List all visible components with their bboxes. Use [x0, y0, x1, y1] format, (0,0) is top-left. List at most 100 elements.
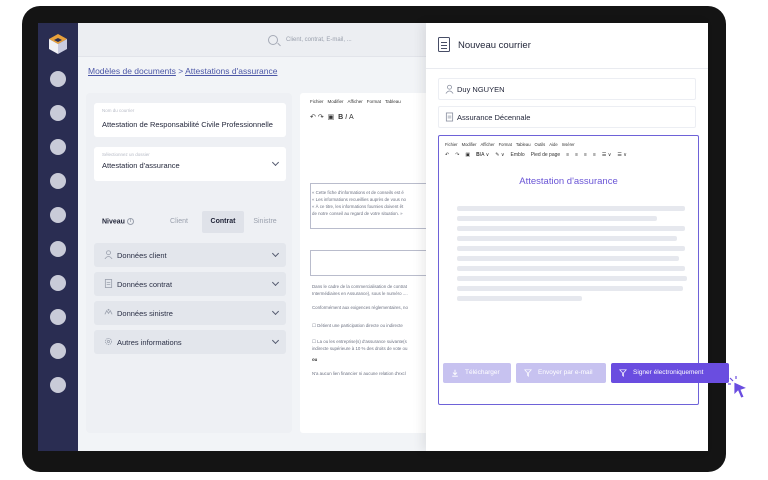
undo-icon[interactable]: ↶	[445, 152, 449, 158]
menu-afficher[interactable]: Afficher	[480, 142, 494, 147]
section-label: Données contrat	[117, 280, 173, 289]
italic-icon[interactable]: I	[345, 114, 347, 121]
menu-afficher[interactable]: Afficher	[348, 99, 363, 104]
template-document-editor[interactable]: Fichier Modifier Afficher Format Tableau ↶ ↷…	[300, 93, 440, 433]
align-center-icon[interactable]: ≡	[575, 152, 578, 158]
bold-icon[interactable]: B	[338, 114, 343, 121]
nav-item-2[interactable]	[50, 105, 66, 121]
redo-icon[interactable]: ↷	[455, 152, 459, 158]
paragraph-line: indirecte supérieure à 10 % des droits d…	[312, 346, 408, 351]
menu-outils[interactable]: Outils	[535, 142, 546, 147]
breadcrumb: Modèles de documents > Attestations d'as…	[88, 66, 277, 76]
placeholder-text-line	[457, 206, 685, 211]
nav-item-4[interactable]	[50, 173, 66, 189]
quote-line: de notre conseil au regard de votre situ…	[312, 211, 403, 216]
placeholder-text-line	[457, 286, 683, 291]
paragraph-line: ☐ Détient une participation directe ou i…	[312, 323, 403, 328]
placeholder-text-line	[457, 246, 685, 251]
redo-icon[interactable]: ↷	[318, 114, 324, 121]
section-donnees-client[interactable]: Données client	[94, 243, 286, 267]
search-icon	[268, 35, 278, 45]
placeholder-text-line	[457, 296, 582, 301]
menu-fichier[interactable]: Fichier	[310, 99, 324, 104]
align-justify-icon[interactable]: ≡	[593, 152, 596, 158]
numbered-list-icon[interactable]: ☰ ∨	[617, 152, 627, 158]
nav-item-9[interactable]	[50, 343, 66, 359]
highlight-icon[interactable]: ✎ ∨	[495, 152, 504, 158]
paragraph-line: ou	[312, 357, 318, 362]
nav-item-8[interactable]	[50, 309, 66, 325]
menu-modifier[interactable]: Modifier	[328, 99, 344, 104]
niveau-option-client[interactable]: Client	[158, 211, 200, 233]
menu-inserer[interactable]: Insérer	[562, 142, 575, 147]
download-icon	[452, 369, 458, 377]
niveau-option-sinistre[interactable]: Sinistre	[244, 211, 286, 233]
align-left-icon[interactable]: ≡	[566, 152, 569, 158]
header-button[interactable]: Emblo	[511, 152, 525, 158]
chevron-down-icon	[271, 158, 280, 167]
menu-modifier[interactable]: Modifier	[462, 142, 477, 147]
chevron-down-icon	[271, 336, 280, 345]
letter-editor-menubar: Fichier Modifier Afficher Format Tableau Outi…	[445, 142, 579, 147]
download-label: Télécharger	[465, 369, 500, 376]
nav-item-10[interactable]	[50, 377, 66, 393]
undo-icon[interactable]: ↶	[310, 114, 316, 121]
editor-toolbar: ↶ ↷ ▣ B I A	[310, 113, 354, 121]
paragraph-line: Dans le cadre de la commercialisation de…	[312, 284, 407, 289]
niveau-option-contrat[interactable]: Contrat	[202, 211, 244, 233]
section-label: Données client	[117, 251, 167, 260]
drawer-header: Nouveau courrier	[426, 23, 708, 69]
breadcrumb-current[interactable]: Attestations d'assurance	[185, 66, 277, 76]
letter-heading: Attestation d'assurance	[519, 176, 618, 187]
nav-item-7[interactable]	[50, 275, 66, 291]
section-donnees-contrat[interactable]: Données contrat	[94, 272, 286, 296]
search-input[interactable]: Client, contrat, E-mail, ...	[268, 31, 428, 49]
menu-fichier[interactable]: Fichier	[445, 142, 458, 147]
send-email-button[interactable]: Envoyer par e-mail	[516, 363, 606, 383]
breadcrumb-root[interactable]: Modèles de documents	[88, 66, 176, 76]
folder-select-value: Attestation d'assurance	[102, 161, 180, 170]
template-name-value: Attestation de Responsabilité Civile Pro…	[102, 120, 273, 129]
section-donnees-sinistre[interactable]: Données sinistre	[94, 301, 286, 325]
template-form-panel: Nom du courrier Attestation de Responsab…	[86, 93, 292, 433]
chevron-down-icon	[271, 278, 280, 287]
section-label: Autres informations	[117, 338, 182, 347]
menu-format[interactable]: Format	[367, 99, 381, 104]
gear-icon	[105, 338, 112, 345]
menu-aide[interactable]: Aide	[549, 142, 557, 147]
footer-button[interactable]: Pied de page	[531, 152, 560, 158]
section-autres-informations[interactable]: Autres informations	[94, 330, 286, 354]
bullet-list-icon[interactable]: ☰ ∨	[602, 152, 612, 158]
nav-item-5[interactable]	[50, 207, 66, 223]
chevron-down-icon	[271, 249, 280, 258]
image-icon[interactable]: ▣	[328, 114, 335, 121]
send-icon	[524, 369, 532, 377]
nav-item-3[interactable]	[50, 139, 66, 155]
niveau-label: Niveau i	[102, 218, 134, 225]
quote-line: « À ce titre, les informations fournies …	[312, 204, 404, 209]
template-name-field[interactable]: Nom du courrier Attestation de Responsab…	[94, 103, 286, 137]
image-icon[interactable]: ▣	[465, 152, 470, 158]
folder-select[interactable]: Sélectionnez un dossier Attestation d'as…	[94, 147, 286, 181]
document-field[interactable]: Assurance Décennale	[438, 106, 696, 128]
text-color-icon[interactable]: A ∨	[481, 152, 489, 158]
sign-electronically-button[interactable]: Signer électroniquement	[611, 363, 729, 383]
recipient-field[interactable]: Duy NGUYEN	[438, 78, 696, 100]
nav-item-1[interactable]	[50, 71, 66, 87]
download-button[interactable]: Télécharger	[443, 363, 511, 383]
align-right-icon[interactable]: ≡	[584, 152, 587, 158]
document-icon	[438, 37, 450, 52]
hands-icon	[104, 308, 113, 315]
placeholder-text-line	[457, 256, 679, 261]
quote-line: « Les informations recueillies auprès de…	[312, 197, 406, 202]
menu-tableau[interactable]: Tableau	[385, 99, 401, 104]
chevron-down-icon	[271, 307, 280, 316]
menu-format[interactable]: Format	[499, 142, 512, 147]
document-icon	[104, 279, 113, 288]
menu-tableau[interactable]: Tableau	[516, 142, 531, 147]
mouse-cursor-icon	[728, 376, 749, 399]
nav-item-6[interactable]	[50, 241, 66, 257]
send-icon	[619, 369, 627, 377]
text-color-icon[interactable]: A	[349, 114, 354, 121]
breadcrumb-separator: >	[175, 66, 186, 76]
